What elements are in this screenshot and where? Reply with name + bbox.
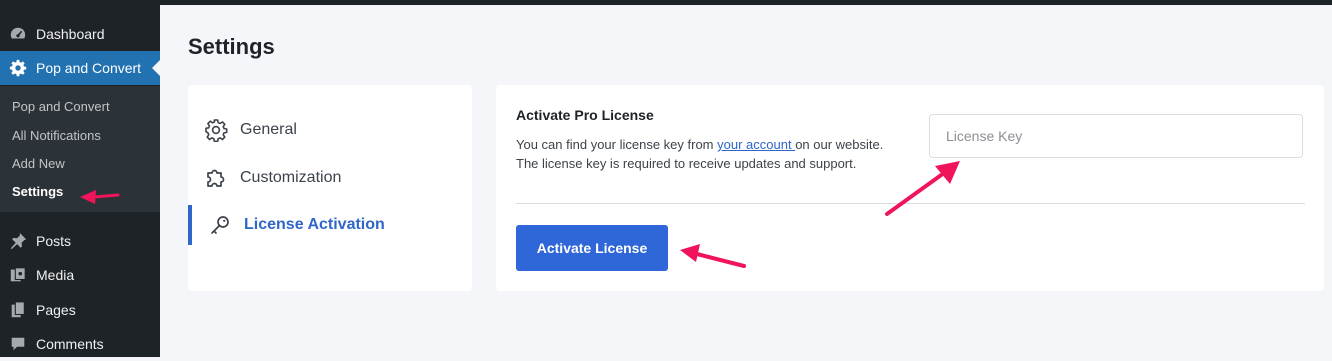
sidebar-item-pop-and-convert[interactable]: Pop and Convert	[0, 51, 160, 85]
license-text-prefix: You can find your license key from	[516, 137, 718, 152]
tab-customization[interactable]: Customization	[188, 158, 472, 198]
tab-license-activation[interactable]: License Activation	[188, 205, 472, 245]
license-text-suffix: on our website.	[795, 137, 884, 152]
sidebar-submenu: Pop and Convert All Notifications Add Ne…	[0, 86, 160, 212]
dashboard-icon	[8, 24, 28, 44]
license-card: Activate Pro License You can find your l…	[496, 85, 1324, 291]
sidebar-item-media[interactable]: Media	[0, 258, 160, 292]
activate-license-button[interactable]: Activate License	[516, 225, 668, 271]
gear-outline-icon	[204, 118, 228, 143]
sidebar-item-label: Dashboard	[36, 26, 105, 42]
license-description-line1: You can find your license key from your …	[516, 137, 883, 152]
pushpin-icon	[8, 231, 28, 251]
submenu-item-all-notifications[interactable]: All Notifications	[12, 128, 101, 143]
submenu-item-settings[interactable]: Settings	[12, 184, 63, 199]
sidebar-item-pages[interactable]: Pages	[0, 293, 160, 327]
tab-label: License Activation	[244, 216, 385, 233]
sidebar-item-dashboard[interactable]: Dashboard	[0, 17, 160, 51]
your-account-link[interactable]: your account	[717, 137, 795, 152]
sidebar-item-label: Comments	[36, 336, 104, 352]
sidebar-item-label: Pages	[36, 302, 76, 318]
sidebar-item-label: Media	[36, 267, 75, 283]
pages-icon	[8, 300, 28, 320]
media-icon	[8, 265, 28, 285]
admin-sidebar: Dashboard Pop and Convert Pop and Conver…	[0, 0, 160, 357]
license-heading: Activate Pro License	[516, 107, 654, 123]
tab-general[interactable]: General	[188, 110, 472, 150]
submenu-item-add-new[interactable]: Add New	[12, 156, 65, 171]
comment-icon	[8, 334, 28, 354]
tab-label: Customization	[240, 169, 342, 186]
divider	[516, 203, 1305, 204]
gear-icon	[8, 58, 28, 78]
license-key-input[interactable]	[929, 114, 1303, 158]
sidebar-item-label: Posts	[36, 233, 72, 249]
page-title: Settings	[188, 34, 275, 59]
sidebar-item-label: Pop and Convert	[36, 60, 142, 76]
puzzle-icon	[204, 166, 228, 190]
license-description-line2: The license key is required to receive u…	[516, 156, 857, 171]
key-icon	[208, 213, 232, 237]
sidebar-item-comments[interactable]: Comments	[0, 327, 160, 361]
sidebar-item-posts[interactable]: Posts	[0, 224, 160, 258]
admin-top-bar	[0, 0, 1332, 5]
submenu-item-pop-and-convert[interactable]: Pop and Convert	[12, 99, 110, 114]
tab-label: General	[240, 121, 297, 138]
settings-nav-card: General Customization License Activation	[188, 85, 472, 291]
